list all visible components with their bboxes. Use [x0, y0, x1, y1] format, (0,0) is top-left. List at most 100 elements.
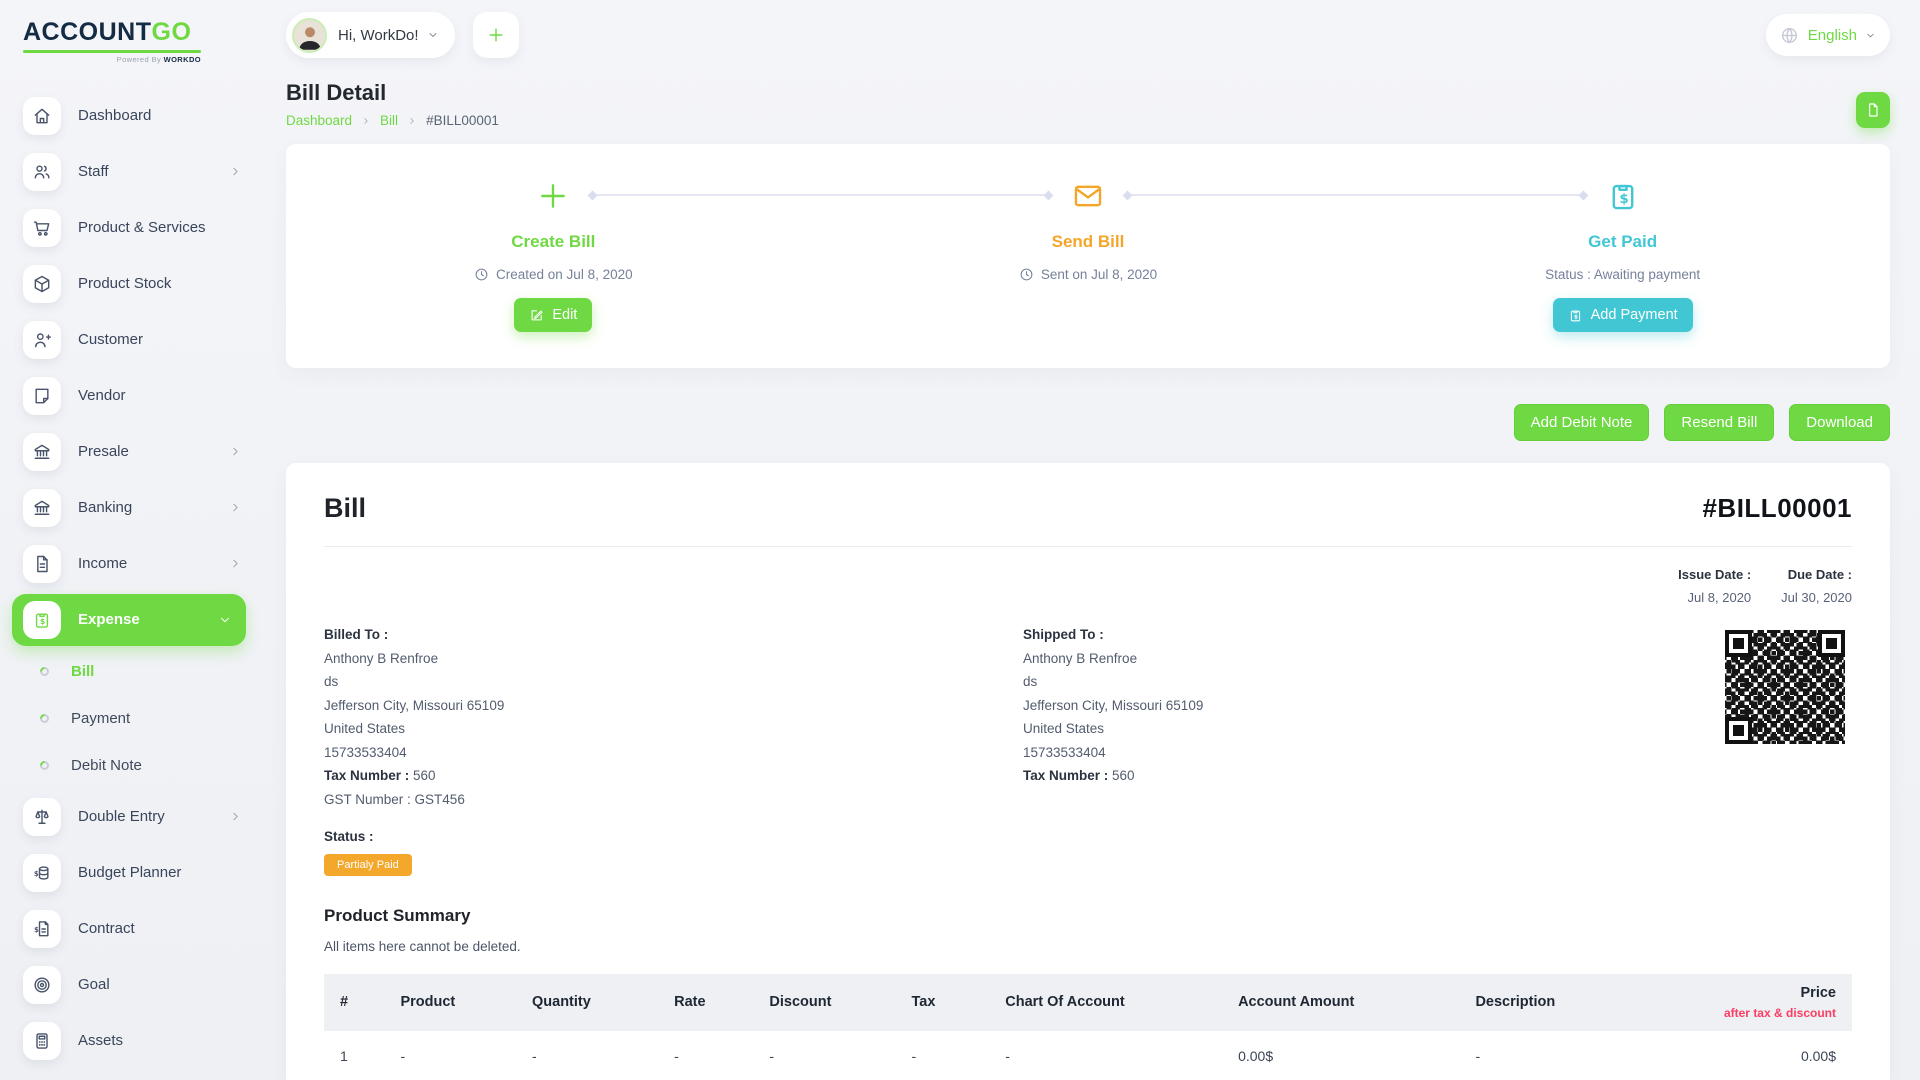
- sidebar-item-customer[interactable]: Customer: [23, 312, 260, 368]
- bill-number: #BILL00001: [1702, 493, 1852, 524]
- sidebar-item-goal[interactable]: Goal: [23, 957, 260, 1013]
- product-summary-title: Product Summary: [324, 906, 1852, 926]
- step-create-bill: Create Bill Created on Jul 8, 2020 Edit: [286, 176, 821, 368]
- address-line: United States: [324, 721, 1023, 736]
- svg-text:$: $: [1574, 314, 1578, 320]
- edit-bill-button[interactable]: Edit: [514, 298, 592, 332]
- col-chart-of-account: Chart Of Account: [997, 994, 1230, 1010]
- sidebar-item-staff[interactable]: Staff: [23, 144, 260, 200]
- chevron-right-icon: [229, 810, 242, 823]
- gst-number-line: GST Number : GST456: [324, 792, 1023, 807]
- sidebar-subitem-debit-note[interactable]: Debit Note: [23, 742, 260, 789]
- sidebar-subitem-label: Bill: [71, 663, 94, 680]
- gst-number-label: GST Number :: [324, 792, 411, 807]
- page-header: Bill Detail Dashboard Bill #BILL00001: [286, 80, 1890, 128]
- address-line: Jefferson City, Missouri 65109: [324, 698, 1023, 713]
- bank-icon: [23, 433, 61, 471]
- user-menu[interactable]: Hi, WorkDo!: [286, 12, 455, 58]
- billed-to-label: Billed To :: [324, 627, 1023, 642]
- sidebar-item-income[interactable]: Income: [23, 536, 260, 592]
- qr-finder: [1725, 717, 1752, 744]
- billed-to-block: Billed To : Anthony B Renfroe ds Jeffers…: [324, 627, 1023, 876]
- sidebar-item-vendor[interactable]: Vendor: [23, 368, 260, 424]
- qr-finder: [1818, 630, 1845, 657]
- add-debit-note-button[interactable]: Add Debit Note: [1514, 404, 1650, 441]
- sidebar-item-assets[interactable]: Assets: [23, 1013, 260, 1069]
- svg-text:$: $: [40, 617, 45, 626]
- language-label: English: [1808, 27, 1857, 44]
- address-line: Anthony B Renfroe: [324, 651, 1023, 666]
- sidebar-item-contract[interactable]: $ Contract: [23, 901, 260, 957]
- address-line: ds: [1023, 674, 1722, 689]
- add-payment-button[interactable]: $ Add Payment: [1553, 298, 1693, 332]
- resend-bill-button[interactable]: Resend Bill: [1664, 404, 1774, 441]
- bill-actions: Add Debit Note Resend Bill Download: [286, 404, 1890, 441]
- cell-num: 1: [332, 1048, 392, 1064]
- cart-icon: [23, 209, 61, 247]
- sidebar-item-expense[interactable]: $ Expense: [12, 594, 246, 646]
- brand-logo[interactable]: ACCOUNTGO Powered By WORKDO: [23, 16, 260, 64]
- step-title: Send Bill: [1052, 232, 1125, 252]
- sidebar-item-product-stock[interactable]: Product Stock: [23, 256, 260, 312]
- sidebar-item-label: Vendor: [78, 387, 126, 404]
- bill-card-header: Bill #BILL00001: [324, 493, 1852, 524]
- plus-icon: [486, 25, 506, 45]
- col-account-amount: Account Amount: [1230, 994, 1467, 1010]
- download-button[interactable]: Download: [1789, 404, 1890, 441]
- sidebar-item-budget-planner[interactable]: $ Budget Planner: [23, 845, 260, 901]
- divider: [324, 546, 1852, 547]
- chevron-right-icon: [229, 445, 242, 458]
- sidebar-item-label: Customer: [78, 331, 143, 348]
- due-date-value: Jul 30, 2020: [1781, 590, 1852, 605]
- sidebar-item-label: Income: [78, 555, 127, 572]
- clock-icon: [1019, 267, 1034, 282]
- status-block: Status : Partialy Paid: [324, 829, 1023, 876]
- bullet-icon: [38, 665, 51, 678]
- calculator-icon: [23, 1022, 61, 1060]
- sidebar-nav: Dashboard Staff Product & Services Produ…: [23, 88, 260, 1069]
- note-icon: [23, 377, 61, 415]
- cell-quantity: -: [524, 1048, 666, 1064]
- step-subtitle-wrap: Sent on Jul 8, 2020: [1019, 267, 1157, 282]
- user-greeting: Hi, WorkDo!: [338, 27, 419, 44]
- quick-add-button[interactable]: [473, 12, 519, 58]
- sidebar-item-presale[interactable]: Presale: [23, 424, 260, 480]
- sidebar-item-label: Double Entry: [78, 808, 165, 825]
- step-title: Create Bill: [511, 232, 595, 252]
- document-icon: [23, 545, 61, 583]
- svg-text:$: $: [1619, 192, 1628, 207]
- col-num: #: [332, 994, 392, 1010]
- status-label: Status :: [324, 829, 1023, 844]
- cell-discount: -: [761, 1048, 903, 1064]
- bill-detail-card: Bill #BILL00001 Issue Date : Jul 8, 2020…: [286, 463, 1890, 1080]
- shipped-to-label: Shipped To :: [1023, 627, 1722, 642]
- sidebar-subitem-payment[interactable]: Payment: [23, 695, 260, 742]
- cell-product: -: [392, 1048, 524, 1064]
- bill-preview-button[interactable]: [1856, 92, 1890, 128]
- tax-number-line: Tax Number : 560: [324, 768, 1023, 783]
- bill-title: Bill: [324, 493, 366, 524]
- main-content: Hi, WorkDo! English Bill Detail Dashboar…: [260, 0, 1920, 1080]
- sidebar-item-double-entry[interactable]: Double Entry: [23, 789, 260, 845]
- chevron-down-icon: [427, 29, 439, 41]
- sidebar-item-label: Product Stock: [78, 275, 171, 292]
- sidebar-item-dashboard[interactable]: Dashboard: [23, 88, 260, 144]
- cell-description: -: [1467, 1048, 1679, 1064]
- sidebar-item-banking[interactable]: Banking: [23, 480, 260, 536]
- sidebar-item-product-services[interactable]: Product & Services: [23, 200, 260, 256]
- chevron-down-icon: [218, 613, 232, 627]
- breadcrumb-bill[interactable]: Bill: [380, 113, 398, 128]
- due-date-label: Due Date :: [1781, 567, 1852, 582]
- cell-chart-of-account: -: [997, 1048, 1230, 1064]
- language-selector[interactable]: English: [1766, 14, 1890, 56]
- sidebar-subitem-bill[interactable]: Bill: [23, 648, 260, 695]
- globe-icon: [1780, 26, 1799, 45]
- step-subtitle-wrap: Status : Awaiting payment: [1545, 267, 1700, 282]
- step-subtitle: Status : Awaiting payment: [1545, 267, 1700, 282]
- chevron-down-icon: [1865, 30, 1876, 41]
- sidebar-item-label: Banking: [78, 499, 132, 516]
- breadcrumb-dashboard[interactable]: Dashboard: [286, 113, 352, 128]
- address-phone: 15733533404: [324, 745, 1023, 760]
- svg-text:$: $: [34, 869, 39, 877]
- price-header-label: Price: [1801, 985, 1836, 1001]
